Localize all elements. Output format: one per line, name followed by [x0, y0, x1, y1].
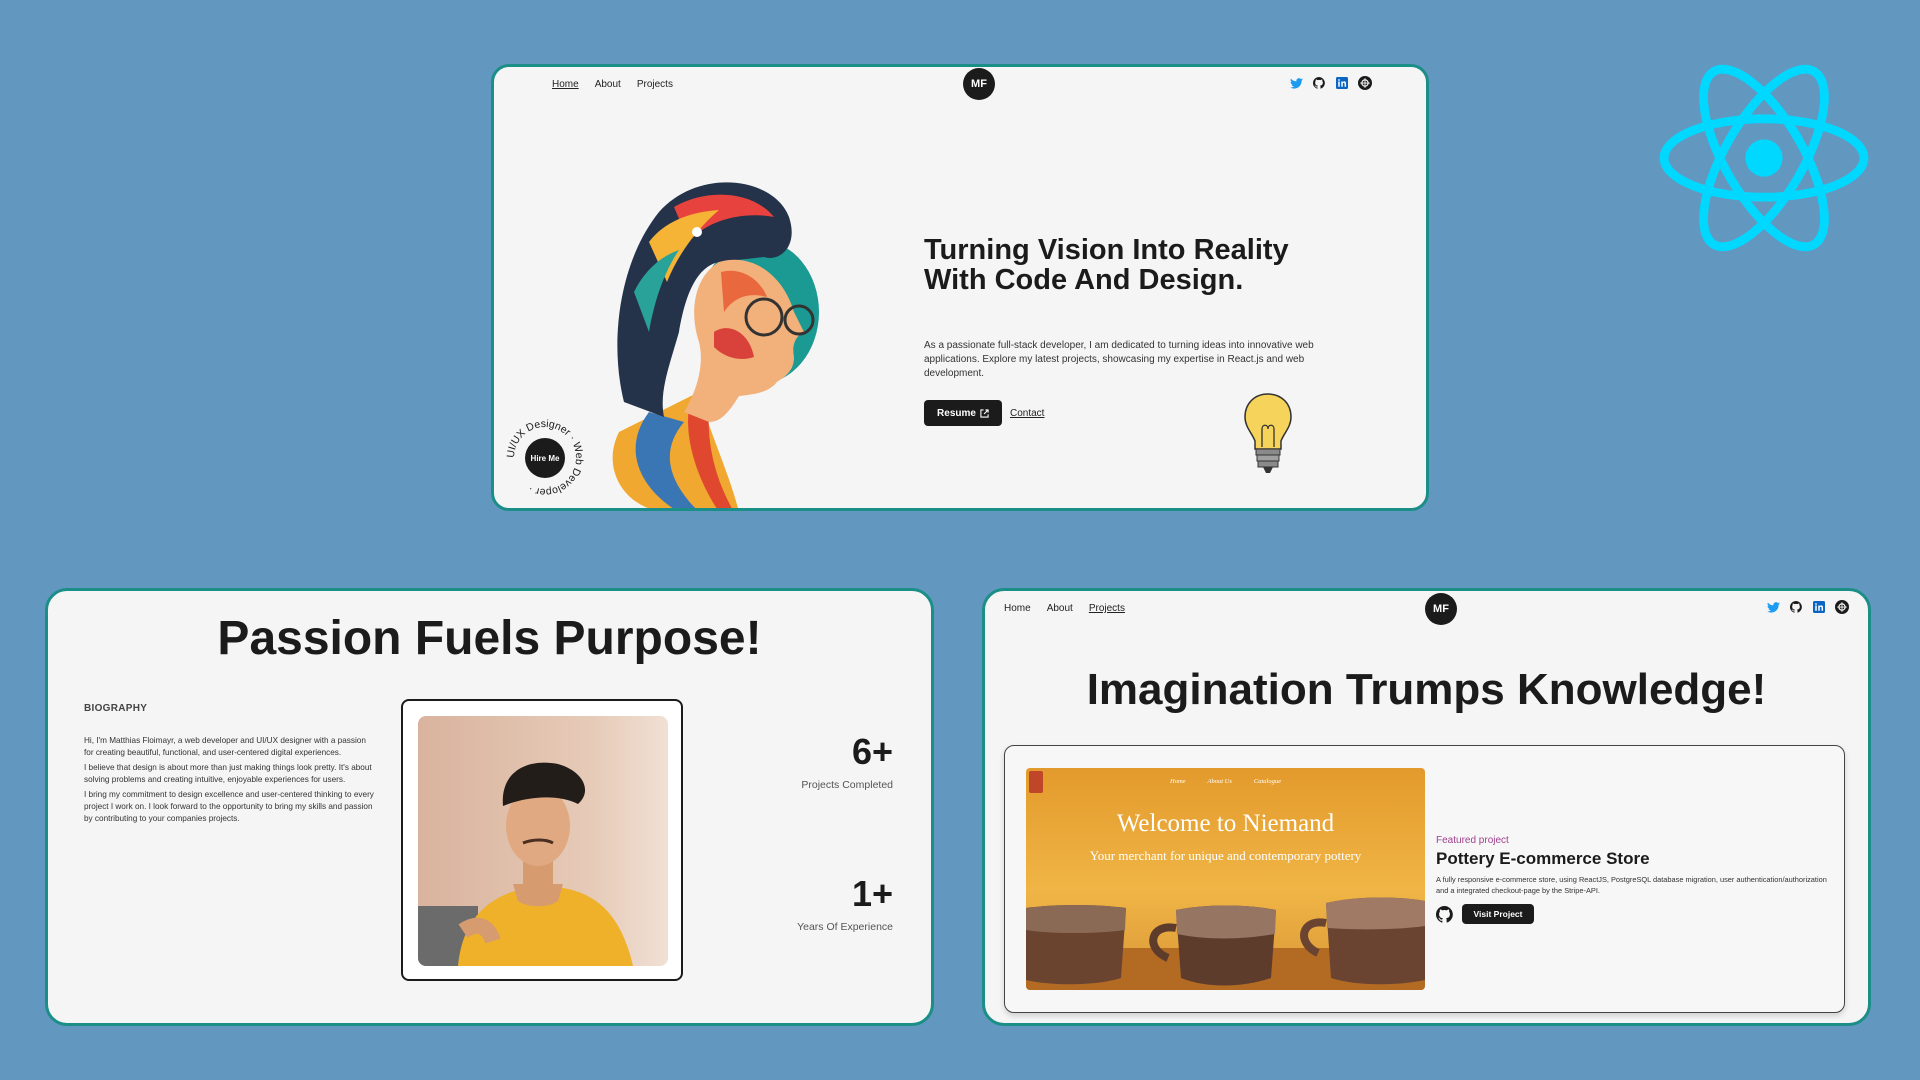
dribbble-icon[interactable] — [1835, 600, 1849, 614]
screenshot-subline: Your merchant for unique and contemporar… — [1089, 848, 1362, 863]
social-links — [1289, 76, 1372, 90]
linkedin-icon[interactable] — [1335, 76, 1349, 90]
site-logo[interactable]: MF — [963, 68, 995, 100]
hero-illustration — [612, 182, 819, 508]
screenshot-nav: Home About Us Catalogue — [1026, 778, 1425, 785]
github-icon[interactable] — [1436, 906, 1453, 923]
nav-home[interactable]: Home — [1004, 603, 1031, 614]
hire-me-badge[interactable]: UI/UX Designer · Web Developer · Hire Me — [506, 419, 584, 497]
resume-label: Resume — [937, 407, 976, 419]
hire-me-button[interactable]: Hire Me — [525, 438, 565, 478]
nav-projects[interactable]: Projects — [637, 79, 673, 90]
project-name: Pottery E-commerce Store — [1436, 849, 1650, 868]
resume-button[interactable]: Resume — [924, 400, 1002, 426]
pottery-cups-image — [1026, 897, 1425, 990]
hero-description: As a passionate full-stack developer, I … — [924, 340, 1314, 379]
nav-about[interactable]: About — [1047, 603, 1073, 614]
social-links — [1766, 600, 1849, 614]
nav-about[interactable]: About — [595, 79, 621, 90]
biography-text: Hi, I'm Matthias Floimayr, a web develop… — [84, 735, 374, 828]
profile-photo-frame — [401, 699, 683, 981]
hero-title: Turning Vision Into Reality With Code An… — [924, 234, 1289, 296]
screenshot-nav-item: About Us — [1207, 778, 1232, 785]
screenshot-nav-item: Home — [1170, 778, 1186, 785]
featured-project-card: Home About Us Catalogue Welcome to Niema… — [1004, 745, 1845, 1013]
main-nav: Home About Projects — [552, 79, 673, 90]
github-icon[interactable] — [1789, 600, 1803, 614]
stat-projects-value: 6+ — [851, 731, 893, 772]
github-icon[interactable] — [1312, 76, 1326, 90]
bio-paragraph: Hi, I'm Matthias Floimayr, a web develop… — [84, 736, 366, 757]
visit-project-button[interactable]: Visit Project — [1462, 904, 1534, 924]
lightbulb-icon — [1244, 393, 1292, 473]
stat-years-value: 1+ — [851, 873, 893, 914]
bio-paragraph: I believe that design is about more than… — [84, 763, 372, 784]
linkedin-icon[interactable] — [1812, 600, 1826, 614]
featured-project-label: Featured project — [1436, 835, 1509, 846]
nav-home[interactable]: Home — [552, 79, 579, 90]
screenshot-nav-item: Catalogue — [1253, 778, 1281, 785]
project-screenshot[interactable]: Home About Us Catalogue Welcome to Niema… — [1026, 768, 1425, 990]
nav-projects[interactable]: Projects — [1089, 603, 1125, 614]
bio-paragraph: I bring my commitment to design excellen… — [84, 790, 374, 823]
hero-screen: Home About Projects MF UI/UX Designer · … — [491, 64, 1429, 511]
profile-photo — [418, 716, 668, 966]
twitter-icon[interactable] — [1289, 76, 1303, 90]
biography-heading: BIOGRAPHY — [84, 703, 148, 714]
screenshot-logo — [1029, 771, 1043, 793]
main-nav: Home About Projects — [1004, 603, 1125, 614]
stat-projects-label: Projects Completed — [801, 779, 893, 791]
site-logo[interactable]: MF — [1425, 593, 1457, 625]
stat-years-label: Years Of Experience — [797, 921, 893, 933]
twitter-icon[interactable] — [1766, 600, 1780, 614]
about-title: Passion Fuels Purpose! — [217, 612, 762, 665]
projects-title: Imagination Trumps Knowledge! — [1086, 665, 1767, 714]
external-link-icon — [980, 408, 989, 418]
about-screen: Passion Fuels Purpose! BIOGRAPHY Hi, I'm… — [45, 588, 934, 1026]
dribbble-icon[interactable] — [1358, 76, 1372, 90]
projects-screen: Home About Projects MF Imagination Trump… — [982, 588, 1871, 1026]
react-logo-icon — [1659, 64, 1869, 252]
contact-link[interactable]: Contact — [1010, 408, 1044, 419]
project-description: A fully responsive e-commerce store, usi… — [1436, 875, 1827, 895]
screenshot-headline: Welcome to Niemand — [1116, 810, 1335, 837]
